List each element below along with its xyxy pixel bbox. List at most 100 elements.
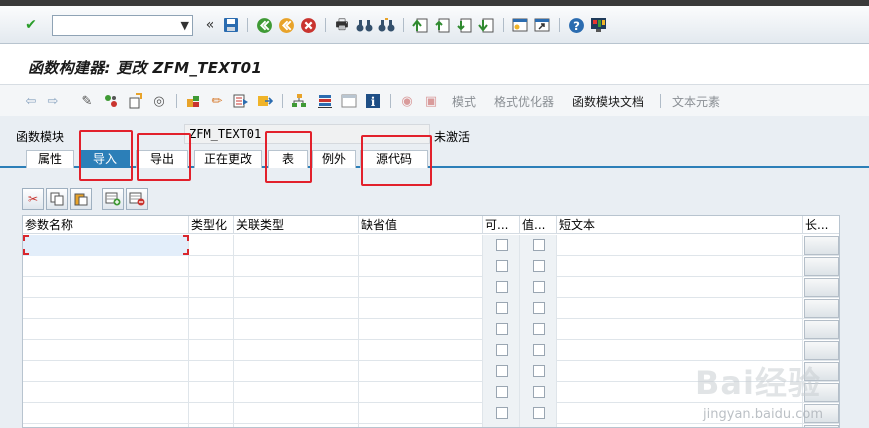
table-cell[interactable] bbox=[359, 340, 483, 361]
breakpoint-icon[interactable]: ◉ bbox=[398, 92, 416, 110]
table-cell[interactable] bbox=[359, 424, 483, 427]
table-cell[interactable] bbox=[234, 298, 359, 319]
long-text-button[interactable] bbox=[804, 257, 839, 276]
table-cell[interactable] bbox=[557, 424, 803, 427]
table-cell[interactable] bbox=[520, 319, 557, 340]
stack-icon[interactable] bbox=[316, 92, 334, 110]
table-cell[interactable] bbox=[234, 277, 359, 298]
table-cell[interactable] bbox=[359, 403, 483, 424]
table-cell[interactable] bbox=[23, 361, 189, 382]
column-header-parameter-name[interactable]: 参数名称 bbox=[23, 216, 189, 234]
shortcut-icon[interactable] bbox=[533, 16, 551, 34]
table-cell[interactable] bbox=[189, 361, 234, 382]
checkbox[interactable] bbox=[495, 323, 508, 335]
column-header-default-value[interactable]: 缺省值 bbox=[359, 216, 483, 234]
table-cell[interactable] bbox=[359, 361, 483, 382]
checkbox[interactable] bbox=[532, 302, 545, 314]
table-cell[interactable] bbox=[520, 361, 557, 382]
column-header-associated-type[interactable]: 关联类型 bbox=[234, 216, 359, 234]
display-change-icon[interactable]: ✎ bbox=[78, 92, 96, 110]
table-cell[interactable] bbox=[359, 319, 483, 340]
table-cell[interactable] bbox=[189, 319, 234, 340]
checkbox[interactable] bbox=[495, 260, 508, 272]
checkbox[interactable] bbox=[532, 365, 545, 377]
table-cell[interactable] bbox=[803, 277, 839, 298]
checkbox[interactable] bbox=[532, 323, 545, 335]
table-cell[interactable] bbox=[189, 424, 234, 427]
exit-icon[interactable] bbox=[277, 16, 295, 34]
table-cell[interactable] bbox=[803, 235, 839, 256]
checkbox[interactable] bbox=[532, 260, 545, 272]
table-cell[interactable] bbox=[189, 403, 234, 424]
table-cell[interactable] bbox=[557, 319, 803, 340]
window-icon[interactable] bbox=[340, 92, 358, 110]
where-used-icon[interactable] bbox=[126, 92, 144, 110]
table-cell[interactable] bbox=[189, 382, 234, 403]
table-cell[interactable] bbox=[520, 298, 557, 319]
pretty-printer-button[interactable]: 格式优化器 bbox=[494, 93, 554, 110]
table-cell[interactable] bbox=[234, 235, 359, 256]
table-cell[interactable] bbox=[483, 319, 520, 340]
long-text-button[interactable] bbox=[804, 299, 839, 318]
command-input[interactable] bbox=[53, 16, 173, 35]
command-field[interactable]: ▼ bbox=[52, 15, 193, 36]
checkbox[interactable] bbox=[495, 386, 508, 398]
pattern-button[interactable]: 模式 bbox=[452, 93, 476, 110]
table-cell[interactable] bbox=[23, 235, 189, 256]
delete-row-icon[interactable] bbox=[126, 188, 148, 210]
table-cell[interactable] bbox=[23, 382, 189, 403]
table-cell[interactable] bbox=[189, 298, 234, 319]
new-session-icon[interactable] bbox=[511, 16, 529, 34]
table-cell[interactable] bbox=[483, 235, 520, 256]
table-cell[interactable] bbox=[23, 319, 189, 340]
navigation-icon[interactable] bbox=[256, 92, 274, 110]
table-cell[interactable] bbox=[483, 298, 520, 319]
table-cell[interactable] bbox=[23, 298, 189, 319]
table-cell[interactable] bbox=[359, 277, 483, 298]
table-cell[interactable] bbox=[483, 277, 520, 298]
table-cell[interactable] bbox=[234, 340, 359, 361]
table-cell[interactable] bbox=[803, 424, 839, 427]
back-icon[interactable] bbox=[255, 16, 273, 34]
column-header-long-text[interactable]: 长... bbox=[803, 216, 839, 234]
checkbox[interactable] bbox=[532, 344, 545, 356]
activate-icon[interactable] bbox=[102, 92, 120, 110]
pretty-print-icon[interactable] bbox=[232, 92, 250, 110]
checkbox[interactable] bbox=[532, 407, 545, 419]
checkbox[interactable] bbox=[495, 344, 508, 356]
tab-export[interactable]: 导出 bbox=[136, 150, 188, 168]
ok-check-icon[interactable]: ✔ bbox=[22, 16, 40, 34]
fm-documentation-button[interactable]: 函数模块文档 bbox=[572, 93, 644, 110]
checkbox[interactable] bbox=[532, 239, 545, 251]
table-cell[interactable] bbox=[23, 340, 189, 361]
insert-row-icon[interactable] bbox=[102, 188, 124, 210]
checkbox[interactable] bbox=[495, 281, 508, 293]
table-cell[interactable] bbox=[520, 235, 557, 256]
tab-import[interactable]: 导入 bbox=[80, 150, 130, 168]
column-header-pass-value[interactable]: 值... bbox=[520, 216, 557, 234]
chevron-down-icon[interactable]: ▼ bbox=[181, 19, 189, 32]
table-cell[interactable] bbox=[520, 340, 557, 361]
table-cell[interactable] bbox=[557, 298, 803, 319]
table-cell[interactable] bbox=[483, 340, 520, 361]
table-cell[interactable] bbox=[23, 256, 189, 277]
table-cell[interactable] bbox=[234, 319, 359, 340]
cut-icon[interactable]: ✂ bbox=[22, 188, 44, 210]
checkbox[interactable] bbox=[495, 365, 508, 377]
table-cell[interactable] bbox=[234, 403, 359, 424]
table-cell[interactable] bbox=[520, 277, 557, 298]
text-elements-button[interactable]: 文本元素 bbox=[672, 93, 720, 110]
help-icon[interactable]: ? bbox=[567, 16, 585, 34]
table-cell[interactable] bbox=[483, 424, 520, 427]
table-cell[interactable] bbox=[803, 256, 839, 277]
arrow-right-icon[interactable]: ⇨ bbox=[44, 92, 62, 110]
cancel-icon[interactable] bbox=[299, 16, 317, 34]
arrow-left-icon[interactable]: ⇦ bbox=[22, 92, 40, 110]
column-header-optional[interactable]: 可... bbox=[483, 216, 520, 234]
collapse-icon[interactable]: « bbox=[201, 16, 219, 34]
find-next-icon[interactable] bbox=[377, 16, 395, 34]
checkbox[interactable] bbox=[532, 386, 545, 398]
table-cell[interactable] bbox=[557, 235, 803, 256]
table-cell[interactable] bbox=[234, 382, 359, 403]
info-icon[interactable]: i bbox=[364, 92, 382, 110]
